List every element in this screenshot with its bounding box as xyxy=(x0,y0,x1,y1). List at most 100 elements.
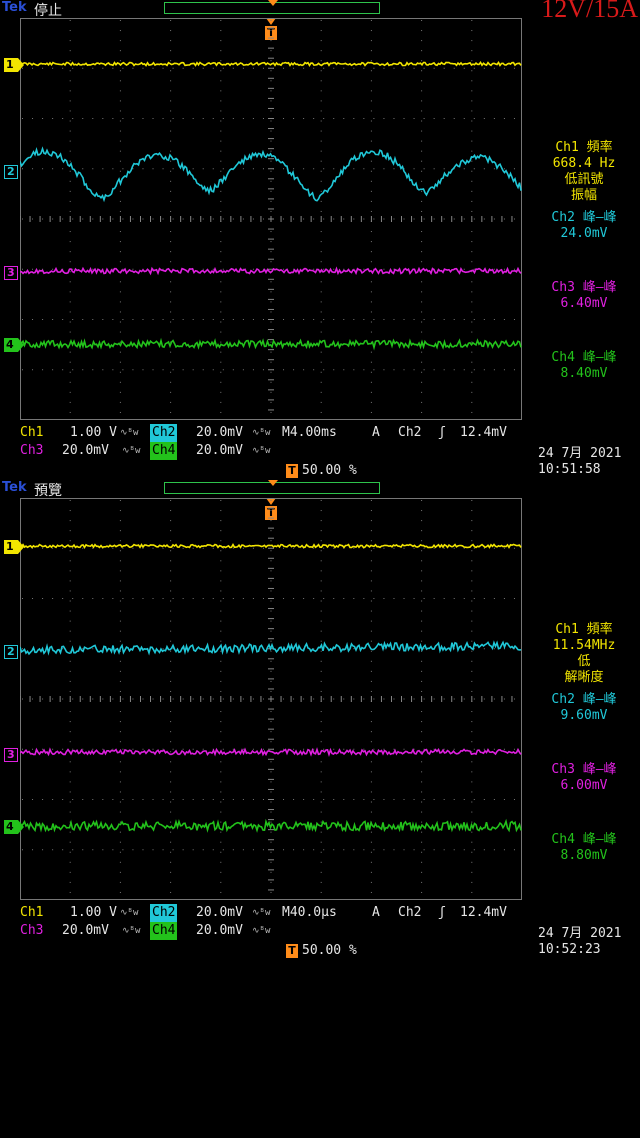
ch3-ground-marker[interactable]: 3 xyxy=(4,266,18,280)
graticule xyxy=(20,498,522,900)
ch1-trace xyxy=(20,542,522,549)
ch3-label[interactable]: Ch3 xyxy=(20,442,43,460)
ch2-trace xyxy=(20,640,522,656)
timestamp: 24 7月 2021 10:51:58 xyxy=(538,446,621,478)
ch2-scale[interactable]: 20.0mV xyxy=(196,424,243,442)
trigger-mode: A xyxy=(372,905,380,920)
ch2-label[interactable]: Ch2 xyxy=(150,904,178,922)
trigger-level[interactable]: 12.4mV xyxy=(460,424,507,442)
timebase[interactable]: M40.0µs xyxy=(282,904,337,922)
ch1-freq-value: 11.54MHz xyxy=(552,638,616,653)
ch2-pkpk-label: Ch2 峰–峰 xyxy=(551,210,617,225)
ch4-label[interactable]: Ch4 xyxy=(150,442,178,460)
ch3-label[interactable]: Ch3 xyxy=(20,922,43,940)
timebase[interactable]: M4.00ms xyxy=(282,424,337,442)
trigger-position-marker-icon xyxy=(268,0,278,6)
ch4-ground-marker[interactable]: 4 xyxy=(4,820,24,834)
waveform-display[interactable] xyxy=(20,498,522,900)
ch1-label[interactable]: Ch1 xyxy=(20,424,43,442)
measurement-panel: Ch1 頻率 11.54MHz 低 解晰度 Ch2 峰–峰 9.60mV Ch3… xyxy=(530,622,638,864)
overlay-title: 12V/15A xyxy=(541,0,638,23)
ch4-scale[interactable]: 20.0mV xyxy=(196,442,243,460)
ch2-label[interactable]: Ch2 xyxy=(150,424,178,442)
ch1-label[interactable]: Ch1 xyxy=(20,904,43,922)
horizontal-position[interactable]: T 50.00 % xyxy=(286,463,357,478)
ch4-trace xyxy=(20,337,522,351)
ch1-freq-value: 668.4 Hz xyxy=(552,156,616,171)
status-row-2: Ch3 20.0mV ∿ᴮw Ch4 20.0mV ∿ᴮw xyxy=(18,922,318,940)
status-row-1: Ch1 1.00 V ∿ᴮw Ch2 20.0mV ∿ᴮw M40.0µs A … xyxy=(18,904,528,922)
horizontal-position[interactable]: T 50.00 % xyxy=(286,943,357,958)
top-bar: Tek 預覽 xyxy=(0,480,640,499)
bandwidth-limit-icon: ∿ᴮw xyxy=(252,926,271,936)
bandwidth-limit-icon: ∿ᴮw xyxy=(122,926,141,936)
ch2-trace xyxy=(20,146,522,203)
ch3-scale[interactable]: 20.0mV xyxy=(62,442,109,460)
ch2-pkpk-value: 24.0mV xyxy=(560,226,608,241)
ch4-ground-marker[interactable]: 4 xyxy=(4,338,24,352)
record-length-bar[interactable] xyxy=(164,480,380,494)
bandwidth-limit-icon: ∿ᴮw xyxy=(252,908,271,918)
ch2-scale[interactable]: 20.0mV xyxy=(196,904,243,922)
status-row-1: Ch1 1.00 V ∿ᴮw Ch2 20.0mV ∿ᴮw M4.00ms A … xyxy=(18,424,528,442)
acquisition-state: 預覽 xyxy=(34,483,62,499)
bandwidth-limit-icon: ∿ᴮw xyxy=(120,428,139,438)
ch1-note-1: 低 xyxy=(577,654,591,669)
bandwidth-limit-icon: ∿ᴮw xyxy=(252,428,271,438)
ch1-ground-marker[interactable]: 1 xyxy=(4,540,24,554)
trigger-source[interactable]: Ch2 xyxy=(398,904,421,922)
bandwidth-limit-icon: ∿ᴮw xyxy=(252,446,271,456)
top-bar: Tek 停止 12V/15A xyxy=(0,0,640,23)
ch4-label[interactable]: Ch4 xyxy=(150,922,178,940)
ch1-trace xyxy=(20,61,522,67)
status-row-2: Ch3 20.0mV ∿ᴮw Ch4 20.0mV ∿ᴮw xyxy=(18,442,318,460)
trigger-position-marker-icon xyxy=(268,480,278,486)
ch1-ground-marker[interactable]: 1 xyxy=(4,58,24,72)
graticule-lines xyxy=(20,498,522,900)
ch4-pkpk-value: 8.40mV xyxy=(560,366,608,381)
trigger-t-icon: T xyxy=(286,464,298,478)
ch1-note-2: 解晰度 xyxy=(564,670,604,685)
acquisition-state: 停止 xyxy=(34,3,62,19)
ch4-trace xyxy=(20,818,522,833)
ch1-note-2: 振幅 xyxy=(570,188,597,203)
rising-edge-icon: ʃ xyxy=(438,425,446,440)
trigger-level[interactable]: 12.4mV xyxy=(460,904,507,922)
ch3-scale[interactable]: 20.0mV xyxy=(62,922,109,940)
position-value: 50.00 % xyxy=(302,463,357,478)
date: 24 7月 2021 xyxy=(538,926,622,941)
bandwidth-limit-icon: ∿ᴮw xyxy=(120,908,139,918)
ch4-scale[interactable]: 20.0mV xyxy=(196,922,243,940)
measurement-panel: Ch1 頻率 668.4 Hz 低訊號 振幅 Ch2 峰–峰 24.0mV Ch… xyxy=(530,140,638,382)
ch1-scale[interactable]: 1.00 V xyxy=(70,424,117,442)
graticule xyxy=(20,18,522,420)
ch1-freq-label: Ch1 頻率 xyxy=(555,140,613,155)
trigger-mode: A xyxy=(372,425,380,440)
ch2-pkpk-value: 9.60mV xyxy=(560,708,608,723)
scope-panel-top: Tek 停止 12V/15A T 1 2 3 4 Ch1 頻率 668.4 Hz… xyxy=(0,0,640,480)
time: 10:52:23 xyxy=(538,942,601,957)
brand-logo: Tek xyxy=(2,0,27,15)
bandwidth-limit-icon: ∿ᴮw xyxy=(122,446,141,456)
ch3-pkpk-label: Ch3 峰–峰 xyxy=(551,280,617,295)
trigger-source[interactable]: Ch2 xyxy=(398,424,421,442)
waveform-display[interactable] xyxy=(20,18,522,420)
ch2-pkpk-label: Ch2 峰–峰 xyxy=(551,692,617,707)
graticule-lines xyxy=(20,18,522,420)
ch4-pkpk-label: Ch4 峰–峰 xyxy=(551,832,617,847)
trigger-t-icon: T xyxy=(286,944,298,958)
scope-panel-bottom: Tek 預覽 T 1 2 3 4 Ch1 頻率 11.54MHz 低 解晰度 C… xyxy=(0,480,640,960)
brand-logo: Tek xyxy=(2,480,27,495)
record-length-bar[interactable] xyxy=(164,0,380,14)
ch3-pkpk-label: Ch3 峰–峰 xyxy=(551,762,617,777)
position-value: 50.00 % xyxy=(302,943,357,958)
time: 10:51:58 xyxy=(538,462,601,477)
ch3-ground-marker[interactable]: 3 xyxy=(4,748,18,762)
ch1-freq-label: Ch1 頻率 xyxy=(555,622,613,637)
ch1-scale[interactable]: 1.00 V xyxy=(70,904,117,922)
ch3-pkpk-value: 6.40mV xyxy=(560,296,608,311)
ch4-pkpk-value: 8.80mV xyxy=(560,848,608,863)
ch2-ground-marker[interactable]: 2 xyxy=(4,165,18,179)
ch4-pkpk-label: Ch4 峰–峰 xyxy=(551,350,617,365)
ch2-ground-marker[interactable]: 2 xyxy=(4,645,18,659)
